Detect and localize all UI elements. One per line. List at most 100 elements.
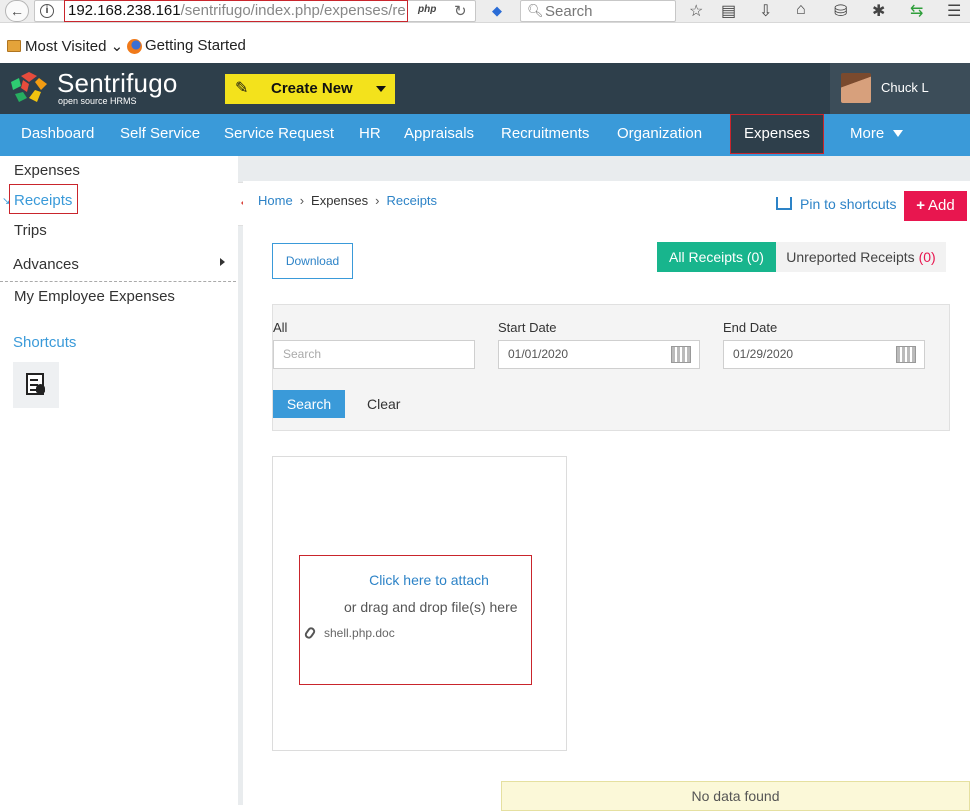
upload-card: Click here to attach or drag and drop fi… <box>272 456 567 751</box>
downloads-icon[interactable]: ⇩ <box>759 1 772 21</box>
brand-name: Sentrifugo <box>57 68 178 98</box>
bookmark-star-icon[interactable]: ☆ <box>689 1 703 21</box>
breadcrumb-separator: › <box>375 193 380 208</box>
nav-appraisals[interactable]: Appraisals <box>404 125 474 142</box>
breadcrumb-separator: › <box>299 193 305 208</box>
pocket-icon[interactable]: ⛁ <box>834 1 847 21</box>
firefox-icon <box>127 39 142 54</box>
url-text[interactable]: 192.168.238.161/sentrifugo/index.php/exp… <box>64 0 408 22</box>
site-info-icon[interactable]: i <box>40 4 54 18</box>
tab-unreported-count: (0) <box>918 249 936 265</box>
end-date-value: 01/29/2020 <box>733 347 794 361</box>
nav-recruitments[interactable]: Recruitments <box>501 125 589 142</box>
tab-all-receipts[interactable]: All Receipts (0) <box>657 242 776 272</box>
content-top-strip <box>243 156 970 181</box>
chevron-right-icon <box>220 258 225 266</box>
addon-bug-icon[interactable]: ✱ <box>872 1 885 21</box>
back-button[interactable]: ← <box>5 0 29 22</box>
main-nav: Dashboard Self Service Service Request H… <box>0 114 970 156</box>
person-icon <box>36 384 45 393</box>
breadcrumb-receipts[interactable]: Receipts <box>386 193 437 208</box>
reading-list-icon[interactable]: ▤ <box>721 1 736 21</box>
url-path: /sentrifugo/index.php/expenses/re <box>180 2 406 19</box>
sidebar-item-advances[interactable]: Advances <box>13 256 79 273</box>
paperclip-icon <box>303 625 317 641</box>
create-new-label: Create New <box>271 80 353 97</box>
sync-arrows-icon[interactable]: ⇆ <box>910 1 923 21</box>
clear-button[interactable]: Clear <box>367 396 400 412</box>
url-host: 192.168.238.161 <box>68 2 181 19</box>
filter-search-input[interactable]: Search <box>273 340 475 369</box>
bookmark-most-visited-label: Most Visited <box>25 38 107 55</box>
breadcrumb-expenses: Expenses <box>311 193 369 208</box>
file-drop-zone[interactable]: Click here to attach or drag and drop fi… <box>299 555 532 685</box>
folder-icon <box>7 40 21 52</box>
nav-expenses[interactable]: Expenses <box>744 125 810 142</box>
bookmark-getting-started[interactable]: Getting Started <box>145 37 246 54</box>
pin-to-shortcuts-link[interactable]: Pin to shortcuts <box>776 196 897 212</box>
add-button[interactable]: + Add <box>904 191 967 221</box>
start-date-field[interactable]: 01/01/2020 <box>498 340 700 369</box>
tab-unreported-label: Unreported Receipts <box>786 249 915 265</box>
end-date-field[interactable]: 01/29/2020 <box>723 340 925 369</box>
nav-self-service[interactable]: Self Service <box>120 125 200 142</box>
plus-icon: + <box>916 197 926 214</box>
sidebar-item-receipts[interactable]: Receipts <box>14 192 72 209</box>
no-data-message: No data found <box>501 781 970 811</box>
nav-hr[interactable]: HR <box>359 125 381 142</box>
sidebar-divider <box>0 281 236 282</box>
breadcrumb-home[interactable]: Home <box>258 193 293 208</box>
sidebar: Expenses ↘ Receipts Trips Advances My Em… <box>0 156 238 805</box>
user-menu[interactable]: Chuck L <box>830 63 970 114</box>
filter-panel: All Search Start Date 01/01/2020 End Dat… <box>272 304 950 431</box>
nav-organization[interactable]: Organization <box>617 125 702 142</box>
extension-icon[interactable]: ◆ <box>492 3 502 19</box>
arrow-indicator-icon: ↘ <box>2 196 11 207</box>
tab-unreported-receipts[interactable]: Unreported Receipts (0) <box>776 242 946 272</box>
reload-icon[interactable]: ↻ <box>454 2 467 20</box>
breadcrumb: Home › Expenses › Receipts <box>258 193 437 208</box>
start-date-value: 01/01/2020 <box>508 347 569 361</box>
chevron-down-icon <box>376 86 386 92</box>
caret-down-icon <box>893 130 903 137</box>
calendar-icon[interactable] <box>671 346 691 363</box>
app-header: Sentrifugo open source HRMS ✎ Create New <box>0 63 970 114</box>
avatar <box>841 73 871 103</box>
browser-search-placeholder: Search <box>545 3 593 20</box>
share-icon <box>776 197 792 210</box>
search-icon: 🔍︎ <box>527 3 544 18</box>
drag-drop-hint: or drag and drop file(s) here <box>344 599 518 615</box>
nav-dashboard[interactable]: Dashboard <box>21 125 94 142</box>
create-new-button[interactable]: ✎ Create New <box>225 74 395 104</box>
user-name: Chuck L <box>881 80 929 95</box>
sidebar-item-my-employee-expenses[interactable]: My Employee Expenses <box>14 288 175 305</box>
sidebar-item-expenses[interactable]: Expenses <box>14 162 80 179</box>
shortcuts-heading: Shortcuts <box>13 334 77 351</box>
browser-search-input[interactable]: 🔍︎ Search <box>520 0 676 22</box>
nav-more[interactable]: More <box>850 125 884 142</box>
attached-file[interactable]: shell.php.doc <box>303 625 395 641</box>
click-to-attach-link[interactable]: Click here to attach <box>300 572 558 588</box>
php-badge-icon: php <box>418 4 437 15</box>
browser-toolbar: ← i 192.168.238.161/sentrifugo/index.php… <box>0 0 970 23</box>
menu-icon[interactable]: ☰ <box>947 1 961 21</box>
sentrifugo-logo-icon[interactable] <box>9 70 49 106</box>
home-icon[interactable]: ⌂ <box>796 1 806 19</box>
pin-label: Pin to shortcuts <box>800 196 897 212</box>
calendar-icon[interactable] <box>896 346 916 363</box>
download-button[interactable]: Download <box>272 243 353 279</box>
filter-all-label: All <box>273 320 288 335</box>
bookmark-most-visited[interactable]: Most Visited ⌄ <box>25 37 123 55</box>
pen-icon: ✎ <box>235 80 249 97</box>
bookmarks-bar: Most Visited ⌄ Getting Started <box>0 35 970 59</box>
sidebar-item-trips[interactable]: Trips <box>14 222 47 239</box>
brand-subtitle: open source HRMS <box>58 96 137 106</box>
shortcut-employee-doc-icon[interactable] <box>13 362 59 408</box>
main-content: Home › Expenses › Receipts Pin to shortcuts … <box>243 156 970 811</box>
search-button[interactable]: Search <box>273 390 345 418</box>
start-date-label: Start Date <box>498 320 557 335</box>
add-label: Add <box>928 197 955 214</box>
attached-file-name: shell.php.doc <box>324 626 395 640</box>
end-date-label: End Date <box>723 320 778 335</box>
nav-service-request[interactable]: Service Request <box>224 125 334 142</box>
